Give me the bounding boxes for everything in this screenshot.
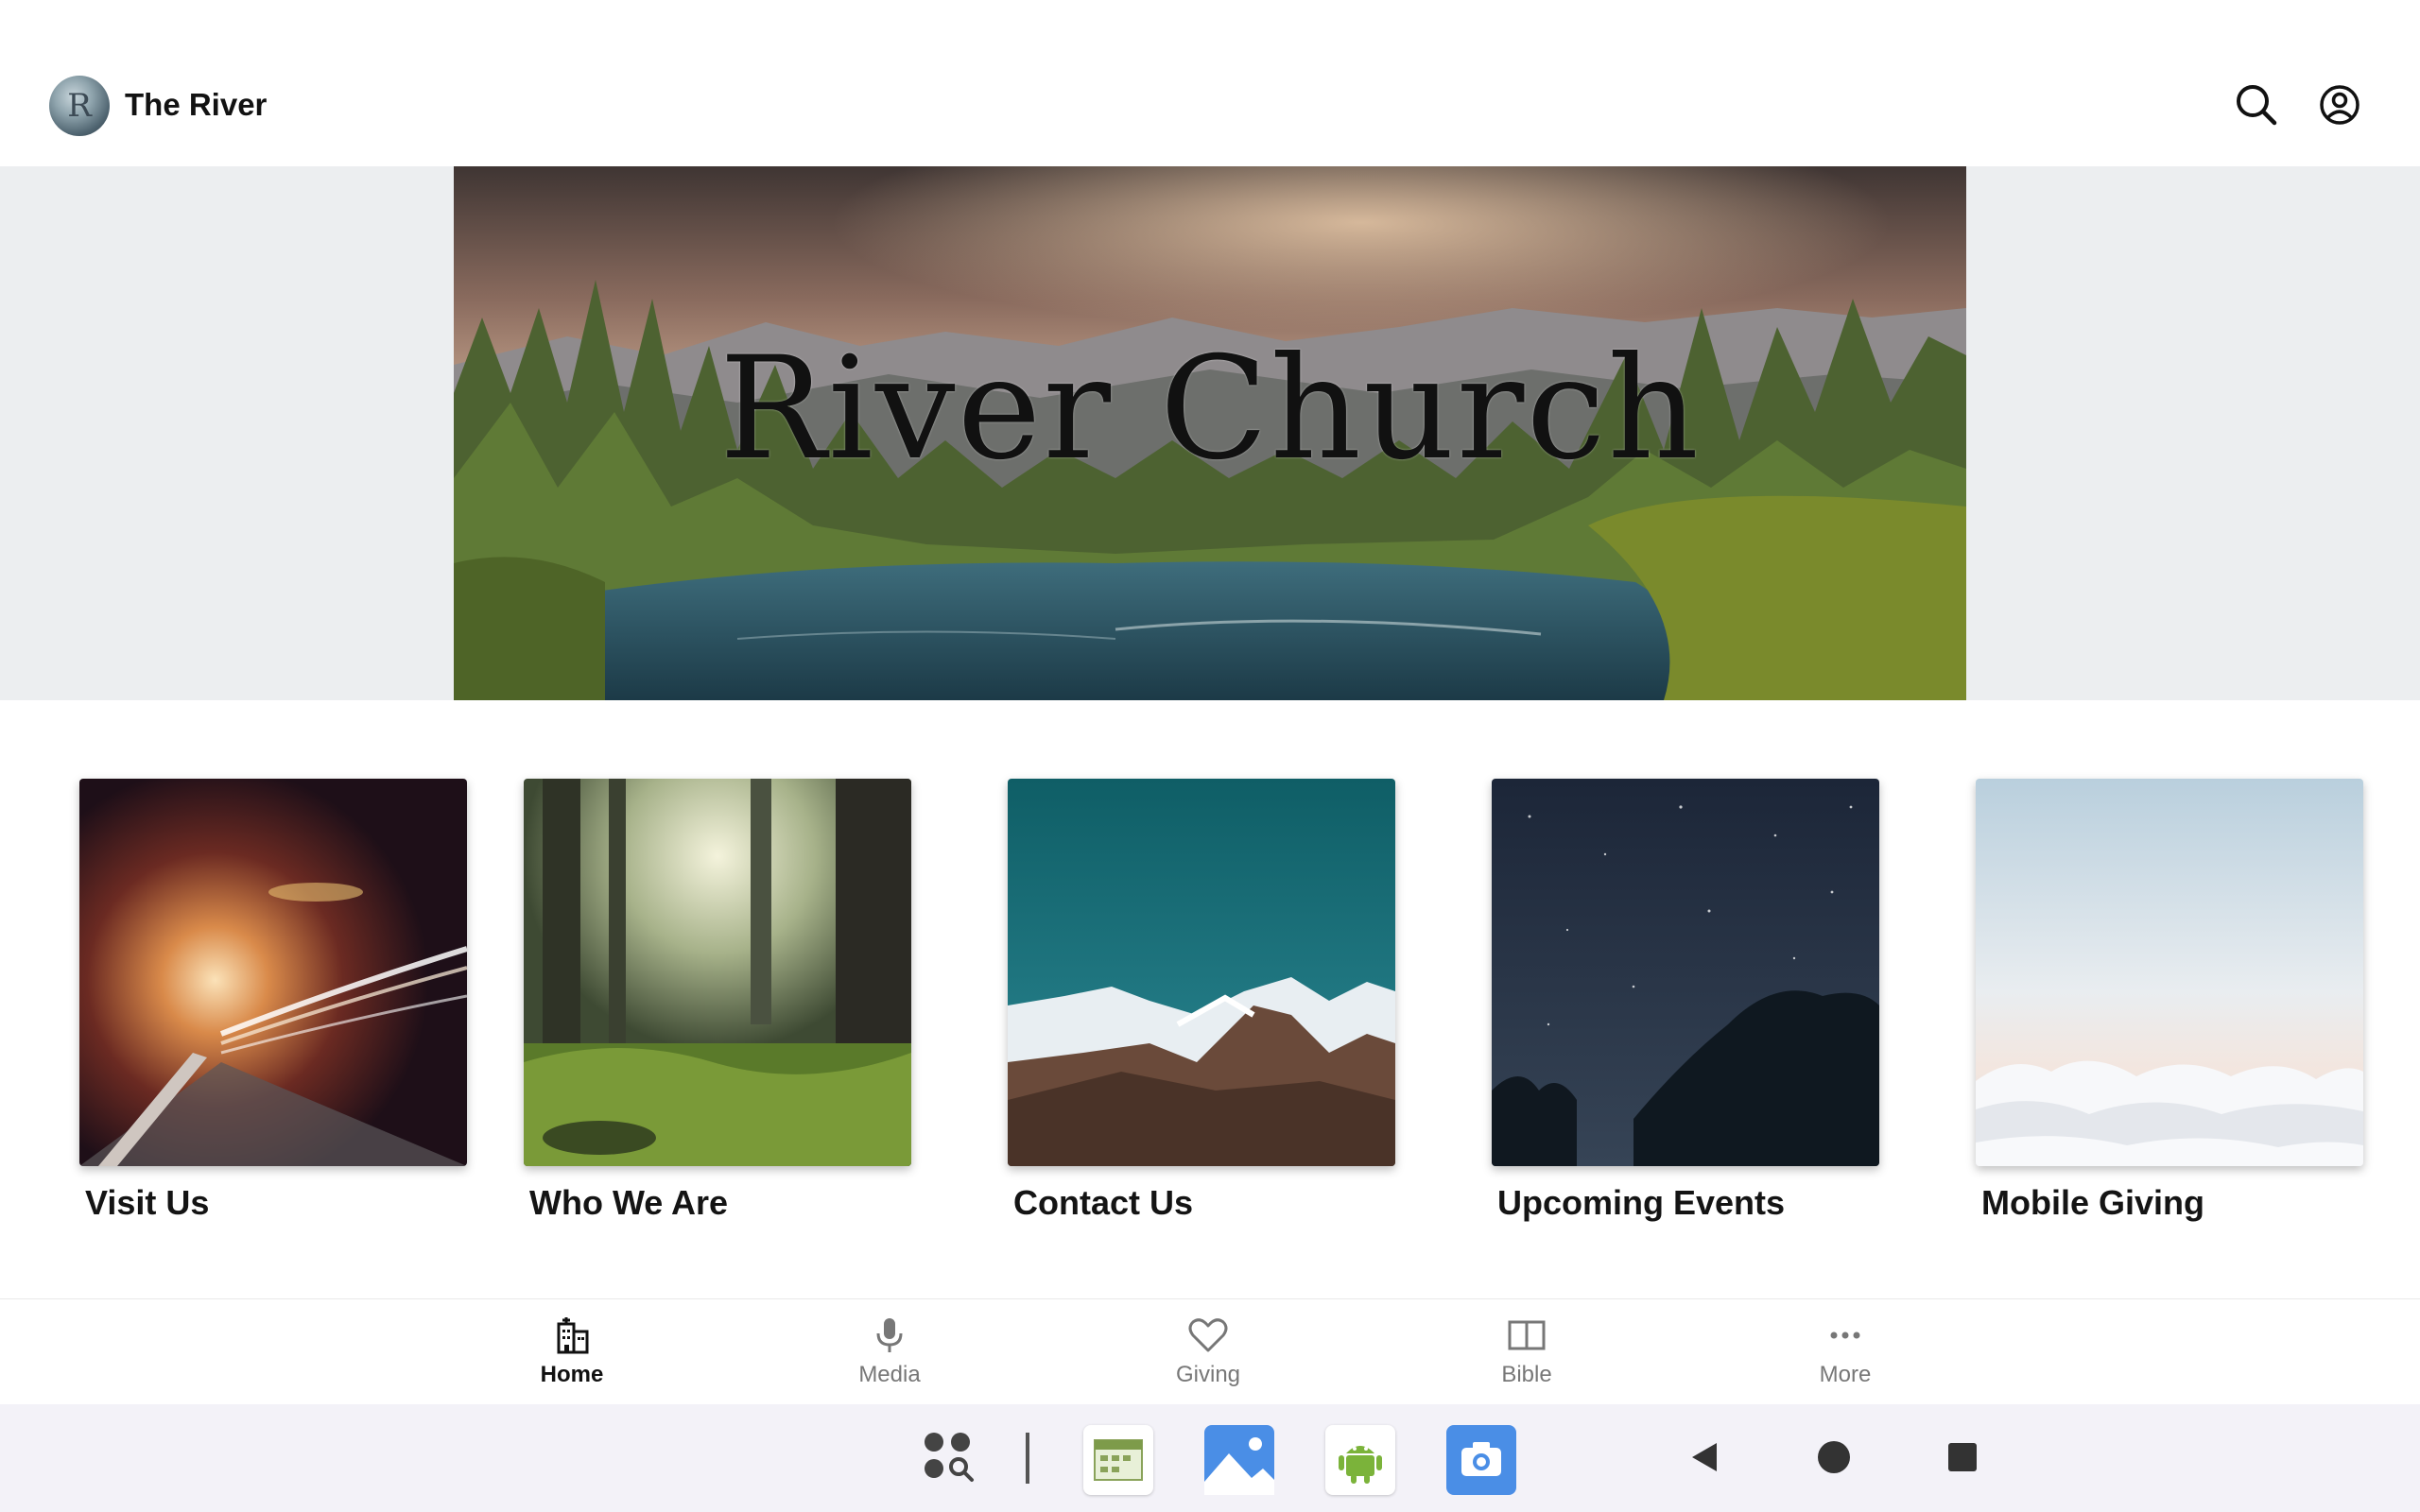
- nav-item-bible[interactable]: Bible: [1442, 1314, 1612, 1388]
- nav-item-home[interactable]: Home: [487, 1314, 657, 1388]
- camera-app-icon[interactable]: [1446, 1425, 1516, 1495]
- nav-label: Bible: [1501, 1362, 1552, 1387]
- visit-us-image: [79, 779, 467, 1166]
- tile-label: Visit Us: [85, 1183, 210, 1222]
- app-header: R The River: [0, 0, 2420, 166]
- app-title: The River: [125, 87, 268, 122]
- upcoming-events-image: [1492, 779, 1879, 1166]
- open-book-icon: [1508, 1320, 1546, 1350]
- tile-label: Contact Us: [1013, 1183, 1194, 1222]
- nav-label: Giving: [1175, 1362, 1241, 1387]
- calendar-app-icon[interactable]: [1083, 1425, 1153, 1495]
- nav-item-more[interactable]: More: [1760, 1314, 1930, 1388]
- nav-item-giving[interactable]: Giving: [1123, 1314, 1293, 1388]
- system-navigation-bar: [0, 1404, 2420, 1512]
- more-dots-icon: [1830, 1332, 1860, 1339]
- tile-mobile-giving[interactable]: Mobile Giving: [1976, 779, 2363, 1222]
- tile-who-we-are[interactable]: Who We Are: [524, 779, 911, 1222]
- nav-item-media[interactable]: Media: [804, 1314, 975, 1388]
- bottom-navigation: Home Media Giving Bible More: [0, 1298, 2420, 1404]
- who-we-are-image: [524, 779, 911, 1166]
- nav-label: Media: [858, 1362, 921, 1387]
- account-icon[interactable]: [2316, 81, 2363, 129]
- avatar-letter: R: [67, 87, 92, 125]
- taskbar-divider: [1026, 1433, 1029, 1484]
- gallery-app-icon[interactable]: [1204, 1425, 1274, 1495]
- app-drawer-search-icon[interactable]: [921, 1429, 977, 1486]
- contact-us-image: [1008, 779, 1395, 1166]
- recents-icon[interactable]: [1947, 1442, 1978, 1472]
- hero-title: River Church: [718, 327, 1702, 491]
- tile-label: Upcoming Events: [1497, 1183, 1786, 1222]
- home-icon[interactable]: [1817, 1440, 1851, 1474]
- heart-icon: [1188, 1318, 1228, 1352]
- tile-label: Who We Are: [529, 1183, 729, 1222]
- church-building-icon: [557, 1317, 589, 1354]
- church-logo-avatar[interactable]: R: [49, 76, 110, 136]
- hero-banner[interactable]: River Church: [454, 166, 1966, 700]
- mobile-giving-image: [1976, 779, 2363, 1166]
- tile-contact-us[interactable]: Contact Us: [1008, 779, 1395, 1222]
- back-icon[interactable]: [1688, 1440, 1722, 1474]
- nav-label: More: [1819, 1362, 1872, 1387]
- microphone-icon: [876, 1318, 903, 1352]
- search-icon[interactable]: [2233, 81, 2280, 129]
- android-app-icon[interactable]: [1325, 1425, 1395, 1495]
- nav-label: Home: [540, 1362, 604, 1387]
- tile-visit-us[interactable]: Visit Us: [79, 779, 467, 1222]
- tile-label: Mobile Giving: [1981, 1183, 2205, 1222]
- tile-upcoming-events[interactable]: Upcoming Events: [1492, 779, 1879, 1222]
